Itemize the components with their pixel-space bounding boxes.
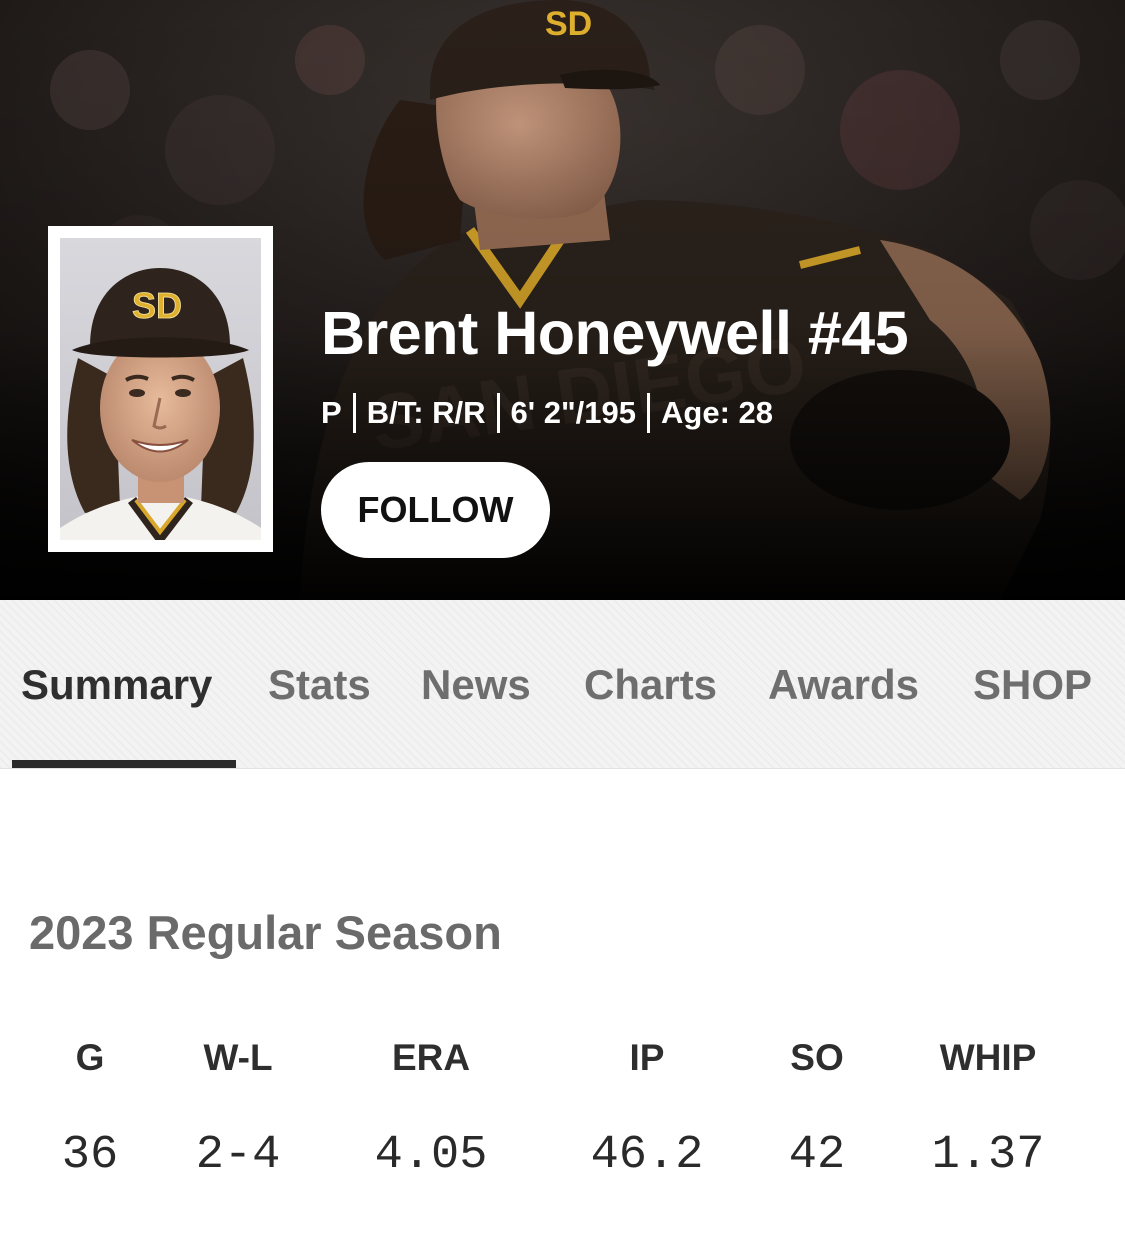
stat-whip: WHIP 1.37: [888, 1035, 1088, 1183]
stat-era: ERA 4.05: [331, 1035, 531, 1183]
tab-stats[interactable]: Stats: [268, 660, 371, 710]
player-headshot-frame: SD: [48, 226, 273, 552]
player-name: Brent Honeywell #45: [321, 299, 909, 367]
stat-label: ERA: [391, 1037, 471, 1078]
stat-label: W-L: [203, 1037, 273, 1078]
tab-charts[interactable]: Charts: [584, 660, 717, 710]
stat-win-loss: W-L 2-4: [138, 1035, 338, 1183]
stat-value: 1.37: [931, 1129, 1045, 1182]
player-height-weight: 6' 2"/195: [510, 395, 637, 430]
player-age: Age: 28: [661, 395, 773, 430]
stat-strikeouts: SO 42: [717, 1035, 917, 1183]
follow-button[interactable]: FOLLOW: [321, 462, 550, 558]
player-bio-line: P B/T: R/R 6' 2"/195 Age: 28: [321, 391, 773, 435]
stat-label: SO: [790, 1037, 844, 1078]
stat-value: 2-4: [195, 1129, 281, 1182]
active-tab-indicator: [12, 760, 236, 768]
season-heading: 2023 Regular Season: [29, 906, 502, 959]
stat-label: WHIP: [939, 1037, 1037, 1078]
player-position: P: [321, 395, 342, 430]
stat-value: 4.05: [374, 1129, 488, 1182]
bio-divider: [352, 393, 356, 433]
tab-awards[interactable]: Awards: [768, 660, 919, 710]
tab-news[interactable]: News: [421, 660, 531, 710]
tab-shop[interactable]: SHOP: [973, 660, 1092, 710]
player-headshot-image: SD: [60, 238, 261, 540]
tab-summary[interactable]: Summary: [21, 660, 212, 710]
player-bats-throws: B/T: R/R: [366, 395, 486, 430]
svg-text:SD: SD: [132, 285, 182, 326]
player-hero: SAN DIEGO SD: [0, 0, 1125, 600]
bio-divider: [496, 393, 500, 433]
stat-value: 42: [788, 1129, 846, 1182]
player-tab-bar: Summary Stats News Charts Awards SHOP: [0, 600, 1125, 769]
bio-divider: [647, 393, 651, 433]
